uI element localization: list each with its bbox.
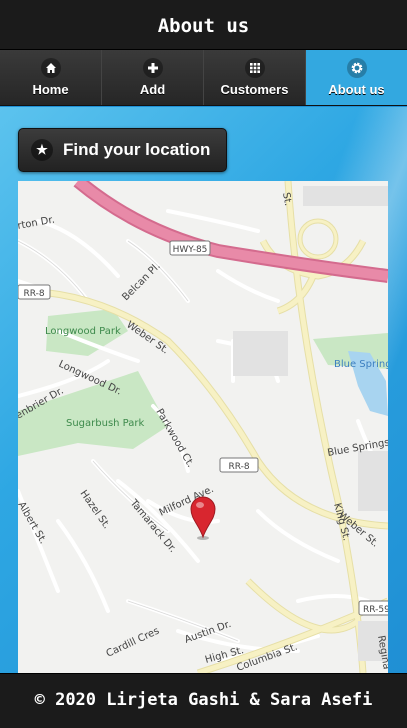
grid-icon xyxy=(244,58,265,78)
nav-label-customers: Customers xyxy=(220,82,289,97)
plus-icon xyxy=(142,58,163,78)
nav-item-home[interactable]: Home xyxy=(0,50,102,105)
gear-icon xyxy=(346,58,367,78)
shield-rr59: RR-59 xyxy=(358,600,388,616)
svg-text:Blue Spring: Blue Spring xyxy=(334,359,388,370)
copyright-text: © 2020 Lirjeta Gashi & Sara Asefi xyxy=(34,690,373,710)
svg-text:Parkwood Ct.: Parkwood Ct. xyxy=(153,407,195,469)
svg-text:RR-8: RR-8 xyxy=(228,462,249,472)
svg-text:HWY-85: HWY-85 xyxy=(173,245,208,255)
svg-text:Longwood Park: Longwood Park xyxy=(45,326,121,337)
svg-text:rton Dr.: rton Dr. xyxy=(18,215,56,232)
app-header: About us xyxy=(0,0,407,50)
nav-label-add: Add xyxy=(139,82,166,97)
find-location-label: Find your location xyxy=(63,140,211,159)
nav-item-add[interactable]: Add xyxy=(102,50,204,105)
svg-text:RR-59: RR-59 xyxy=(363,605,388,615)
svg-text:Cardill Cres: Cardill Cres xyxy=(105,626,161,660)
shield-rr8-center: RR-8 xyxy=(219,457,259,473)
svg-text:St.: St. xyxy=(280,192,293,207)
find-location-button[interactable]: ★ Find your location xyxy=(18,128,228,172)
star-icon: ★ xyxy=(31,139,53,161)
svg-text:Albert St.: Albert St. xyxy=(18,500,48,546)
svg-text:Belcan Pl.: Belcan Pl. xyxy=(120,261,162,303)
nav-item-customers[interactable]: Customers xyxy=(204,50,306,105)
nav-item-about[interactable]: About us xyxy=(306,50,407,105)
svg-text:Sugarbush Park: Sugarbush Park xyxy=(66,418,145,429)
svg-text:Hazel St.: Hazel St. xyxy=(78,488,113,531)
location-marker xyxy=(190,496,216,540)
nav-label-home: Home xyxy=(32,82,69,97)
shield-rr8-left: RR-8 xyxy=(18,284,51,300)
main-content: ★ Find your location HWY-85 RR-8 RR-8 RR… xyxy=(0,107,407,673)
map-view[interactable]: HWY-85 RR-8 RR-8 RR-59 rton Dr. St. Belc… xyxy=(18,181,388,673)
nav-bar: Home Add Customers About us xyxy=(0,50,407,106)
svg-text:RR-8: RR-8 xyxy=(23,289,44,299)
home-icon xyxy=(40,58,61,78)
nav-label-about: About us xyxy=(328,82,385,97)
shield-hwy85: HWY-85 xyxy=(169,240,211,256)
page-title: About us xyxy=(157,15,250,37)
app-footer: © 2020 Lirjeta Gashi & Sara Asefi xyxy=(0,673,407,728)
